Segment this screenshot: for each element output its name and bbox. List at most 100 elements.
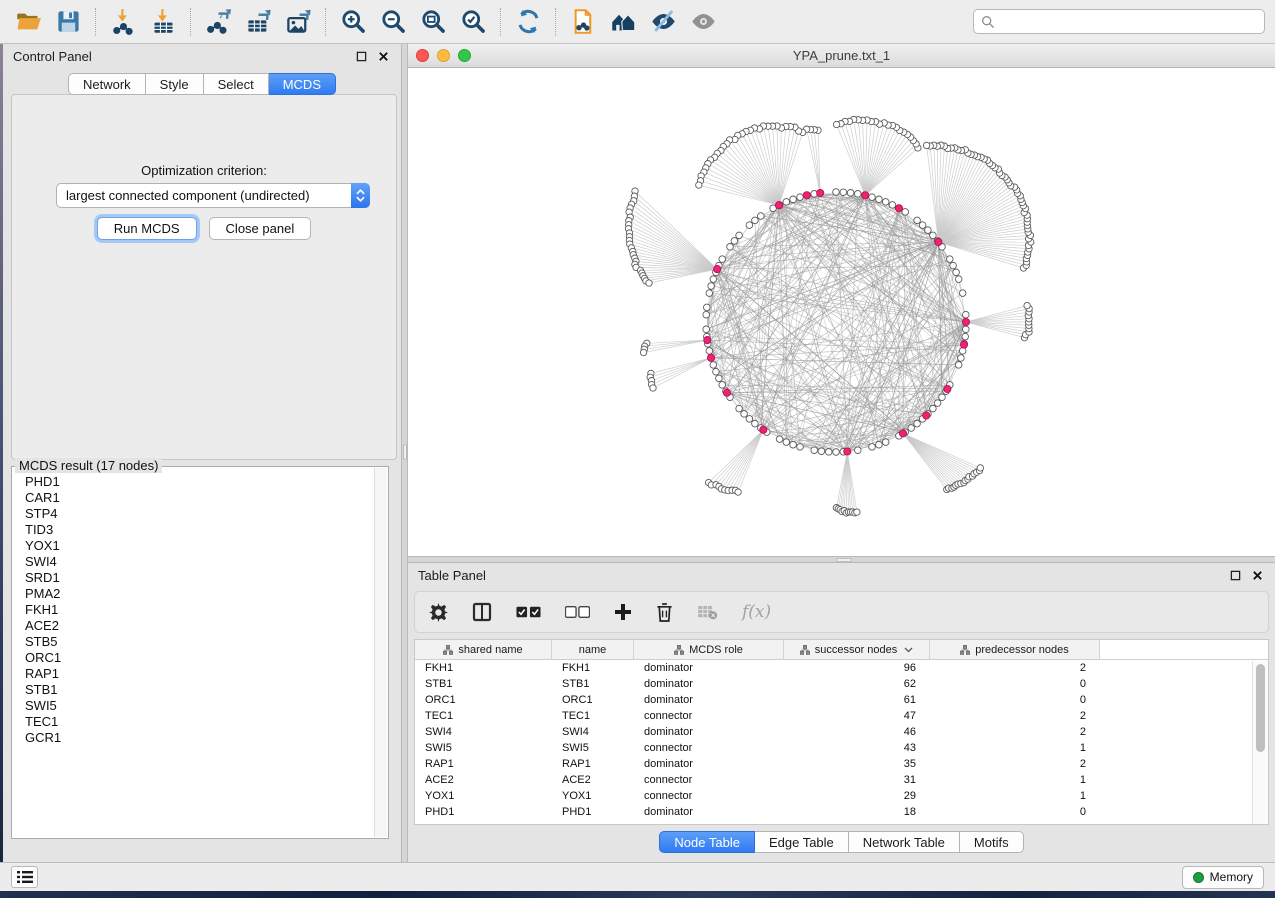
table-row[interactable]: STB1STB1dominator620 bbox=[415, 677, 1252, 693]
mcds-result-item[interactable]: SWI4 bbox=[25, 554, 374, 570]
zoom-in-icon bbox=[340, 8, 367, 35]
table-row[interactable]: ORC1ORC1dominator610 bbox=[415, 693, 1252, 709]
eye-icon bbox=[690, 8, 717, 35]
cell-MCDS-role: dominator bbox=[634, 693, 784, 709]
splitter-grip[interactable] bbox=[836, 558, 852, 562]
tab-network-table[interactable]: Network Table bbox=[849, 831, 960, 853]
mcds-result-item[interactable]: FKH1 bbox=[25, 602, 374, 618]
task-list-icon bbox=[17, 870, 33, 884]
table-row[interactable]: YOX1YOX1connector291 bbox=[415, 789, 1252, 805]
mcds-result-item[interactable]: STB5 bbox=[25, 634, 374, 650]
close-panel-button[interactable] bbox=[1249, 567, 1265, 583]
optimization-criterion-select[interactable]: largest connected component (undirected) bbox=[56, 183, 370, 208]
close-mcds-panel-button[interactable]: Close panel bbox=[209, 217, 312, 240]
run-mcds-button[interactable]: Run MCDS bbox=[97, 217, 197, 240]
zoom-fit-button[interactable] bbox=[413, 4, 453, 40]
share-document-button[interactable] bbox=[563, 4, 603, 40]
mcds-result-item[interactable]: SWI5 bbox=[25, 698, 374, 714]
select-stepper-icon bbox=[351, 183, 370, 208]
float-panel-button[interactable] bbox=[353, 48, 369, 64]
close-panel-button[interactable] bbox=[375, 48, 391, 64]
sort-menu-icon[interactable] bbox=[904, 647, 913, 653]
tab-edge-table[interactable]: Edge Table bbox=[755, 831, 849, 853]
search-input[interactable] bbox=[995, 15, 1257, 29]
tab-style[interactable]: Style bbox=[146, 73, 204, 95]
table-row[interactable]: ACE2ACE2connector311 bbox=[415, 773, 1252, 789]
table-row[interactable]: SWI5SWI5connector431 bbox=[415, 741, 1252, 757]
unselect-all-columns-button[interactable] bbox=[565, 599, 590, 625]
import-table-button[interactable] bbox=[143, 4, 183, 40]
table-panel-title: Table Panel bbox=[418, 568, 486, 583]
mcds-result-item[interactable]: ORC1 bbox=[25, 650, 374, 666]
zoom-out-button[interactable] bbox=[373, 4, 413, 40]
column-header-shared-name[interactable]: shared name bbox=[415, 640, 552, 659]
mcds-result-item[interactable]: RAP1 bbox=[25, 666, 374, 682]
tab-select[interactable]: Select bbox=[204, 73, 269, 95]
table-row[interactable]: RAP1RAP1dominator352 bbox=[415, 757, 1252, 773]
tab-node-table[interactable]: Node Table bbox=[659, 831, 755, 853]
cell-shared-name: PHD1 bbox=[415, 805, 552, 821]
column-header-successor-nodes[interactable]: successor nodes bbox=[784, 640, 930, 659]
column-header-name[interactable]: name bbox=[552, 640, 634, 659]
hide-graphics-details-button[interactable] bbox=[643, 4, 683, 40]
show-graphics-details-button[interactable] bbox=[683, 4, 723, 40]
table-row[interactable]: TEC1TEC1connector472 bbox=[415, 709, 1252, 725]
zoom-in-button[interactable] bbox=[333, 4, 373, 40]
save-session-button[interactable] bbox=[48, 4, 88, 40]
mcds-result-item[interactable]: TEC1 bbox=[25, 714, 374, 730]
column-header-predecessor-nodes[interactable]: predecessor nodes bbox=[930, 640, 1100, 659]
mcds-result-list[interactable]: PHD1CAR1STP4TID3YOX1SWI4SRD1PMA2FKH1ACE2… bbox=[13, 468, 374, 837]
mcds-result-item[interactable]: PMA2 bbox=[25, 586, 374, 602]
mcds-result-item[interactable]: ACE2 bbox=[25, 618, 374, 634]
mcds-result-item[interactable]: CAR1 bbox=[25, 490, 374, 506]
table-row[interactable]: SWI4SWI4dominator462 bbox=[415, 725, 1252, 741]
function-builder-button[interactable]: f(x) bbox=[742, 599, 771, 625]
mcds-result-item[interactable]: STB1 bbox=[25, 682, 374, 698]
float-panel-button[interactable] bbox=[1227, 567, 1243, 583]
network-canvas[interactable] bbox=[408, 68, 1275, 556]
tab-mcds[interactable]: MCDS bbox=[269, 73, 336, 95]
column-header-MCDS-role[interactable]: MCDS role bbox=[634, 640, 784, 659]
table-tabs: Node TableEdge TableNetwork TableMotifs bbox=[408, 831, 1275, 853]
export-image-button[interactable] bbox=[278, 4, 318, 40]
toggle-panel-columns-button[interactable] bbox=[472, 599, 492, 625]
refresh-button[interactable] bbox=[508, 4, 548, 40]
memory-button[interactable]: Memory bbox=[1182, 866, 1264, 889]
cell-predecessor-nodes: 1 bbox=[930, 773, 1100, 789]
home-button[interactable] bbox=[603, 4, 643, 40]
delete-table-button[interactable] bbox=[697, 599, 718, 625]
tab-network[interactable]: Network bbox=[68, 73, 146, 95]
network-graph[interactable] bbox=[408, 68, 1275, 556]
table-row[interactable]: FKH1FKH1dominator962 bbox=[415, 661, 1252, 677]
horizontal-splitter[interactable] bbox=[408, 556, 1275, 563]
refresh-icon bbox=[515, 8, 542, 35]
delete-column-button[interactable] bbox=[656, 599, 673, 625]
search-field[interactable] bbox=[973, 9, 1265, 34]
cell-shared-name: STB1 bbox=[415, 677, 552, 693]
mcds-result-item[interactable]: YOX1 bbox=[25, 538, 374, 554]
select-all-columns-button[interactable] bbox=[516, 599, 541, 625]
vertical-splitter[interactable] bbox=[401, 44, 408, 862]
zoom-out-icon bbox=[380, 8, 407, 35]
zoom-selected-button[interactable] bbox=[453, 4, 493, 40]
mcds-result-item[interactable]: TID3 bbox=[25, 522, 374, 538]
scrollbar-thumb[interactable] bbox=[1256, 664, 1265, 752]
table-settings-button[interactable] bbox=[429, 599, 448, 625]
export-table-button[interactable] bbox=[238, 4, 278, 40]
splitter-grip[interactable] bbox=[403, 444, 407, 460]
task-history-button[interactable] bbox=[11, 866, 38, 888]
mcds-result-item[interactable]: STP4 bbox=[25, 506, 374, 522]
create-column-button[interactable] bbox=[614, 599, 632, 625]
table-scrollbar[interactable] bbox=[1252, 661, 1268, 824]
import-network-button[interactable] bbox=[103, 4, 143, 40]
cell-shared-name: ACE2 bbox=[415, 773, 552, 789]
mcds-result-item[interactable]: PHD1 bbox=[25, 474, 374, 490]
export-network-button[interactable] bbox=[198, 4, 238, 40]
open-file-button[interactable] bbox=[8, 4, 48, 40]
cell-successor-nodes: 35 bbox=[784, 757, 930, 773]
mcds-result-item[interactable]: GCR1 bbox=[25, 730, 374, 746]
tab-motifs[interactable]: Motifs bbox=[960, 831, 1024, 853]
mcds-result-item[interactable]: SRD1 bbox=[25, 570, 374, 586]
mcds-list-scrollbar[interactable] bbox=[374, 468, 387, 837]
table-row[interactable]: PHD1PHD1dominator180 bbox=[415, 805, 1252, 821]
